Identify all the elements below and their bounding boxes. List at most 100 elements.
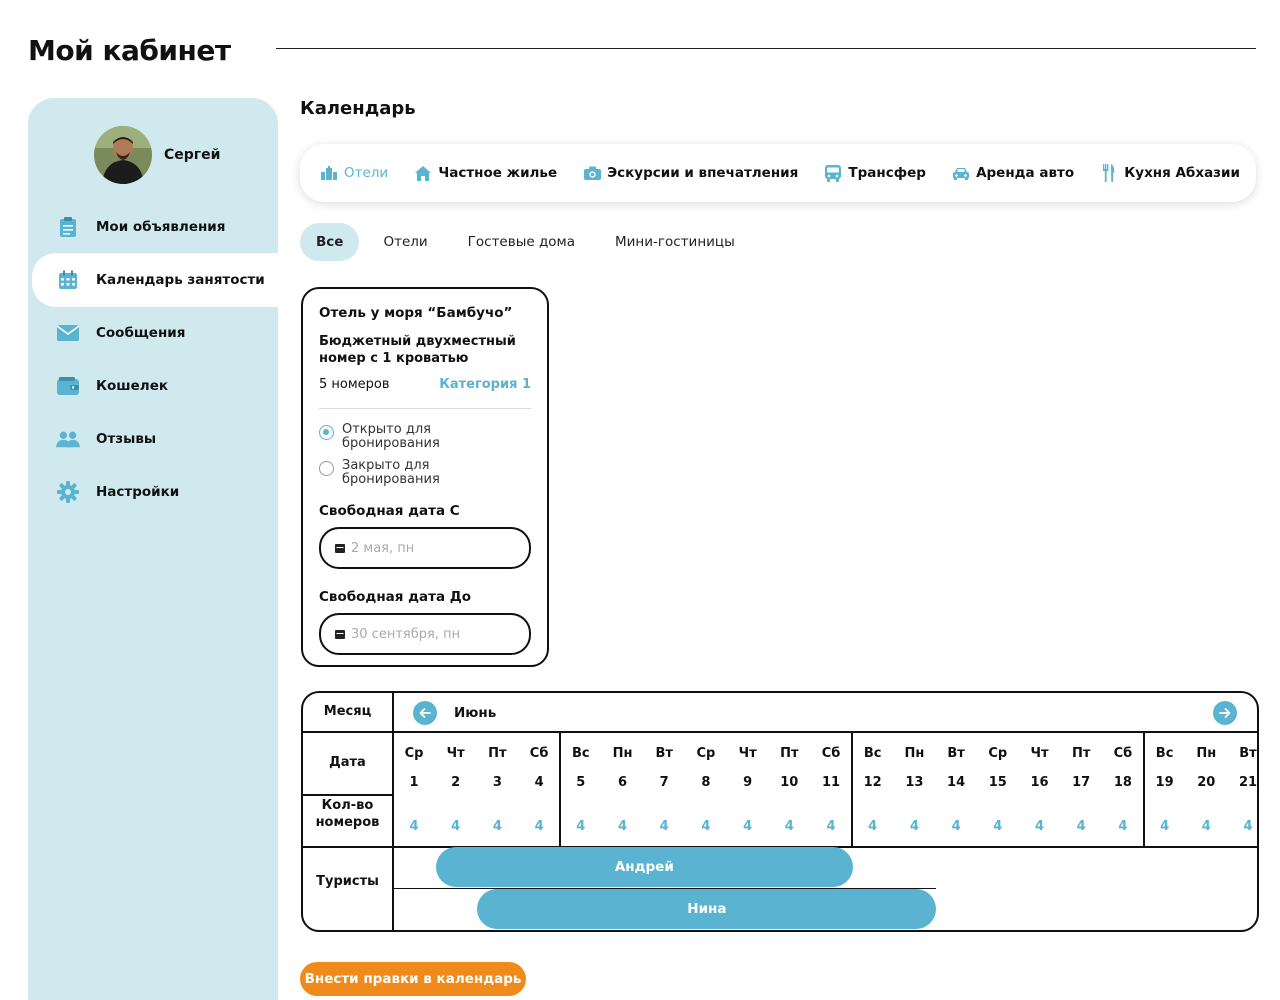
weekday-label: Чт <box>1030 746 1049 761</box>
subtab-hotels[interactable]: Отели <box>383 234 427 250</box>
avatar[interactable] <box>94 126 152 184</box>
room-count-cell[interactable]: 4 <box>1103 819 1143 834</box>
sidebar-item-messages[interactable]: Сообщения <box>28 306 278 360</box>
radio-closed-booking[interactable]: Закрыто для бронирования <box>319 459 531 487</box>
sidebar-item-wallet[interactable]: Кошелек <box>28 359 278 413</box>
clipboard-icon <box>56 215 80 239</box>
category-label: Трансфер <box>848 165 926 181</box>
day-number[interactable]: 11 <box>811 775 851 790</box>
profile[interactable]: Сергей <box>94 126 220 184</box>
room-count-cell[interactable]: 4 <box>811 819 851 834</box>
day-number[interactable]: 2 <box>436 775 476 790</box>
category-cuisine[interactable]: Кухня Абхазии <box>1100 164 1240 182</box>
day-number[interactable]: 3 <box>477 775 517 790</box>
bus-icon <box>824 164 842 182</box>
day-number[interactable]: 16 <box>1020 775 1060 790</box>
booking-bar[interactable]: Андрей <box>435 847 853 887</box>
category-link[interactable]: Категория 1 <box>439 377 531 392</box>
weekday-label: Чт <box>738 746 757 761</box>
day-number[interactable]: 15 <box>978 775 1018 790</box>
day-number[interactable]: 10 <box>769 775 809 790</box>
radio-label: Открыто для бронирования <box>342 422 440 451</box>
day-number[interactable]: 18 <box>1103 775 1143 790</box>
booking-bar[interactable]: Нина <box>477 889 937 929</box>
date-from-label: Свободная дата С <box>319 503 460 519</box>
day-number[interactable]: 21 <box>1228 775 1257 790</box>
sidebar-item-calendar[interactable]: Календарь занятости <box>32 253 278 307</box>
radio-open-booking[interactable]: Открыто для бронирования <box>319 423 531 451</box>
day-number[interactable]: 13 <box>894 775 934 790</box>
room-count-cell[interactable]: 4 <box>728 819 768 834</box>
day-number[interactable]: 9 <box>728 775 768 790</box>
sidebar-item-reviews[interactable]: Отзывы <box>28 412 278 466</box>
edit-calendar-button[interactable]: Внести правки в календарь <box>300 962 526 996</box>
category-excursions[interactable]: Эскурсии и впечатления <box>583 164 798 182</box>
weekday-label: Сб <box>1113 746 1133 761</box>
weekday-label: Пт <box>488 746 507 761</box>
title-divider <box>276 48 1256 49</box>
weekday-label: Пн <box>1196 746 1217 761</box>
room-count-cell[interactable]: 4 <box>1020 819 1060 834</box>
room-count-cell[interactable]: 4 <box>894 819 934 834</box>
category-car-rental[interactable]: Аренда авто <box>952 164 1074 182</box>
room-count-cell[interactable]: 4 <box>978 819 1018 834</box>
room-count-cell[interactable]: 4 <box>519 819 559 834</box>
day-number[interactable]: 1 <box>394 775 434 790</box>
room-count-cell[interactable]: 4 <box>561 819 601 834</box>
date-from-placeholder: 2 мая, пн <box>351 540 415 556</box>
room-count-cell[interactable]: 4 <box>936 819 976 834</box>
users-icon <box>56 427 80 451</box>
radio-button-selected[interactable] <box>319 425 334 440</box>
room-count-cell[interactable]: 4 <box>853 819 893 834</box>
room-count-cell[interactable]: 4 <box>644 819 684 834</box>
date-from-field[interactable]: 2 мая, пн <box>319 527 531 569</box>
subtab-mini-hotels[interactable]: Мини-гостиницы <box>615 234 735 250</box>
room-name: Бюджетный двухместный номер с 1 кроватью <box>319 334 516 366</box>
day-number[interactable]: 7 <box>644 775 684 790</box>
month-name: Июнь <box>454 705 497 721</box>
weekday-label: Сб <box>529 746 549 761</box>
next-month-button[interactable] <box>1213 701 1237 725</box>
page-title: Мой кабинет <box>28 34 231 67</box>
radio-label: Закрыто для бронирования <box>342 458 440 487</box>
category-transfer[interactable]: Трансфер <box>824 164 926 182</box>
day-number[interactable]: 17 <box>1061 775 1101 790</box>
category-label: Аренда авто <box>976 165 1075 181</box>
room-count-cell[interactable]: 4 <box>1061 819 1101 834</box>
date-to-field[interactable]: 30 сентября, пн <box>319 613 531 655</box>
day-number[interactable]: 12 <box>853 775 893 790</box>
day-number[interactable]: 8 <box>686 775 726 790</box>
weekday-label: Пн <box>904 746 925 761</box>
room-count-cell[interactable]: 4 <box>1145 819 1185 834</box>
room-count-cell[interactable]: 4 <box>769 819 809 834</box>
radio-button[interactable] <box>319 461 334 476</box>
day-number[interactable]: 19 <box>1145 775 1185 790</box>
day-number[interactable]: 20 <box>1186 775 1226 790</box>
day-number[interactable]: 5 <box>561 775 601 790</box>
category-private-housing[interactable]: Частное жилье <box>414 164 557 182</box>
category-hotels[interactable]: Отели <box>320 164 388 182</box>
sidebar-item-listings[interactable]: Мои объявления <box>28 200 278 254</box>
room-count-cell[interactable]: 4 <box>1228 819 1257 834</box>
room-count-cell[interactable]: 4 <box>394 819 434 834</box>
day-number[interactable]: 4 <box>519 775 559 790</box>
room-count-cell[interactable]: 4 <box>436 819 476 834</box>
room-count-cell[interactable]: 4 <box>477 819 517 834</box>
sidebar-item-settings[interactable]: Настройки <box>28 465 278 519</box>
subtab-all[interactable]: Все <box>300 223 360 261</box>
weekday-label: Вс <box>571 746 590 761</box>
room-count-cell[interactable]: 4 <box>1186 819 1226 834</box>
day-number[interactable]: 6 <box>603 775 643 790</box>
room-count-cell[interactable]: 4 <box>603 819 643 834</box>
subtab-guest-houses[interactable]: Гостевые дома <box>468 234 575 250</box>
house-icon <box>414 164 432 182</box>
day-number[interactable]: 14 <box>936 775 976 790</box>
subtabs: Все Отели Гостевые дома Мини-гостиницы <box>300 223 759 261</box>
weekday-label: Вт <box>947 746 965 761</box>
room-count-cell[interactable]: 4 <box>686 819 726 834</box>
prev-month-button[interactable] <box>413 701 437 725</box>
weekday-label: Вт <box>655 746 673 761</box>
weekday-label: Сб <box>821 746 841 761</box>
cutlery-icon <box>1100 164 1118 182</box>
gear-icon <box>56 480 80 504</box>
